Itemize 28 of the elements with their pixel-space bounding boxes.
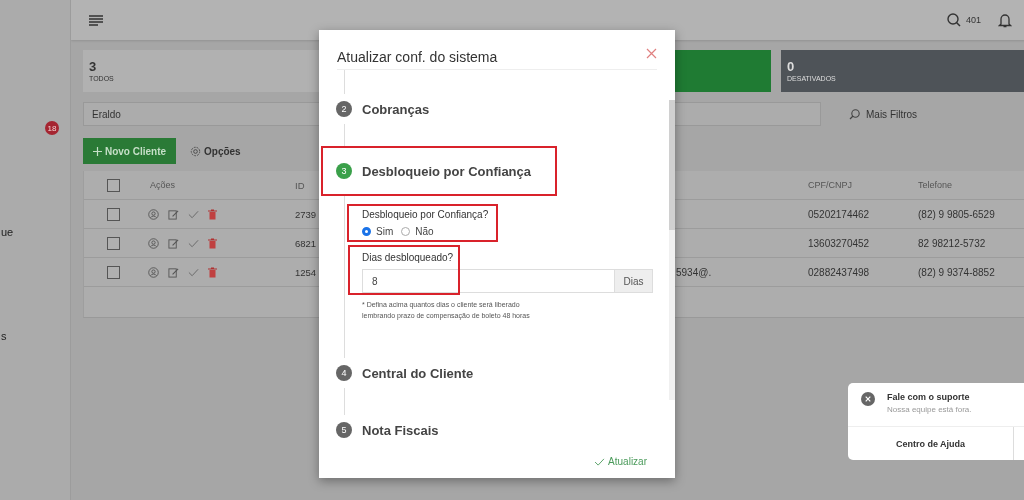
dialog-title: Atualizar conf. do sistema xyxy=(337,49,498,65)
table-cell-text: (82) 9 9805-6529 xyxy=(918,208,996,220)
table-cell: 6821 xyxy=(295,237,317,249)
step-number: 5 xyxy=(336,422,352,438)
table-cell-text: 05202174462 xyxy=(808,208,871,220)
stat-value: 0 xyxy=(787,59,796,74)
step-number: 4 xyxy=(336,365,352,381)
step-number: 2 xyxy=(336,101,352,117)
column-header: ID xyxy=(295,179,306,191)
step-number: 3 xyxy=(336,163,352,179)
stat-value: 3 xyxy=(89,59,98,74)
input-addon: Dias xyxy=(615,269,653,293)
table-cell-text: 13603270452 xyxy=(808,237,871,249)
search-count: 401 xyxy=(965,15,981,25)
column-header: CPF/CNPJ xyxy=(808,180,853,190)
field-label: Desbloqueio por Confiança? xyxy=(362,209,489,220)
table-cell-text: (82) 9 9374-8852 xyxy=(918,266,996,278)
table-cell: 5934@. xyxy=(676,266,712,278)
popup-title: Fale com o suporte xyxy=(887,392,971,402)
notification-badge: 18 xyxy=(45,121,59,135)
table-cell: 2739 xyxy=(295,208,317,220)
table-cell-text: 82 98212-5732 xyxy=(918,237,987,249)
field-label: Dias desbloqueado? xyxy=(362,252,455,263)
column-header: Telefone xyxy=(918,180,954,190)
popup-subtitle: Nossa equipe está fora. xyxy=(887,405,972,414)
table-cell: 1254 xyxy=(295,266,317,278)
table-cell-text: 02882437498 xyxy=(808,266,871,278)
column-header: Ações xyxy=(149,180,176,190)
